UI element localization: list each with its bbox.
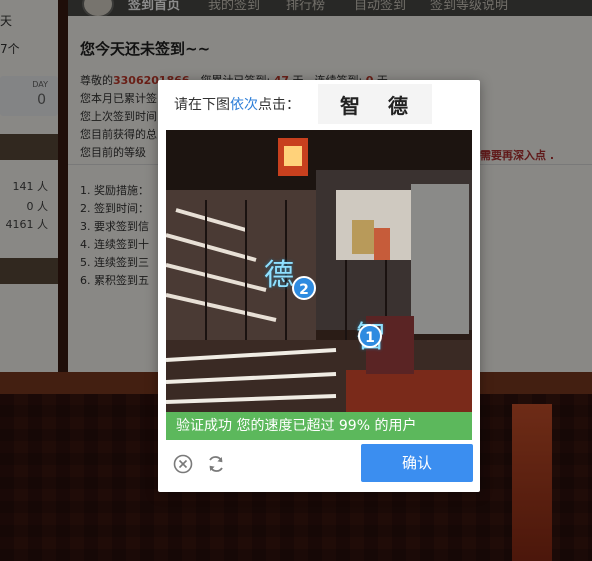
target-char-1: 智 (340, 94, 360, 118)
scene-char-de[interactable]: 德 (264, 250, 294, 294)
captcha-scene-art (166, 130, 472, 412)
click-marker-1: 1 (358, 324, 382, 348)
captcha-dialog: 请在下图依次点击： 智 德 德 1 2 验证成功 您的速度已超过 99% 的用户… (158, 80, 480, 492)
confirm-button[interactable]: 确认 (361, 444, 473, 482)
captcha-image[interactable]: 德 智 1 2 验证成功 您的速度已超过 99% 的用户 (166, 130, 472, 440)
success-banner: 验证成功 您的速度已超过 99% 的用户 (166, 412, 472, 440)
prompt-emphasis: 依次 (230, 97, 258, 113)
target-char-2: 德 (388, 94, 408, 118)
refresh-icon[interactable] (206, 454, 226, 474)
click-marker-2: 2 (292, 276, 316, 300)
target-chars: 智 德 (318, 84, 432, 124)
close-circle-icon[interactable] (173, 454, 193, 474)
captcha-prompt: 请在下图依次点击： (174, 97, 300, 113)
